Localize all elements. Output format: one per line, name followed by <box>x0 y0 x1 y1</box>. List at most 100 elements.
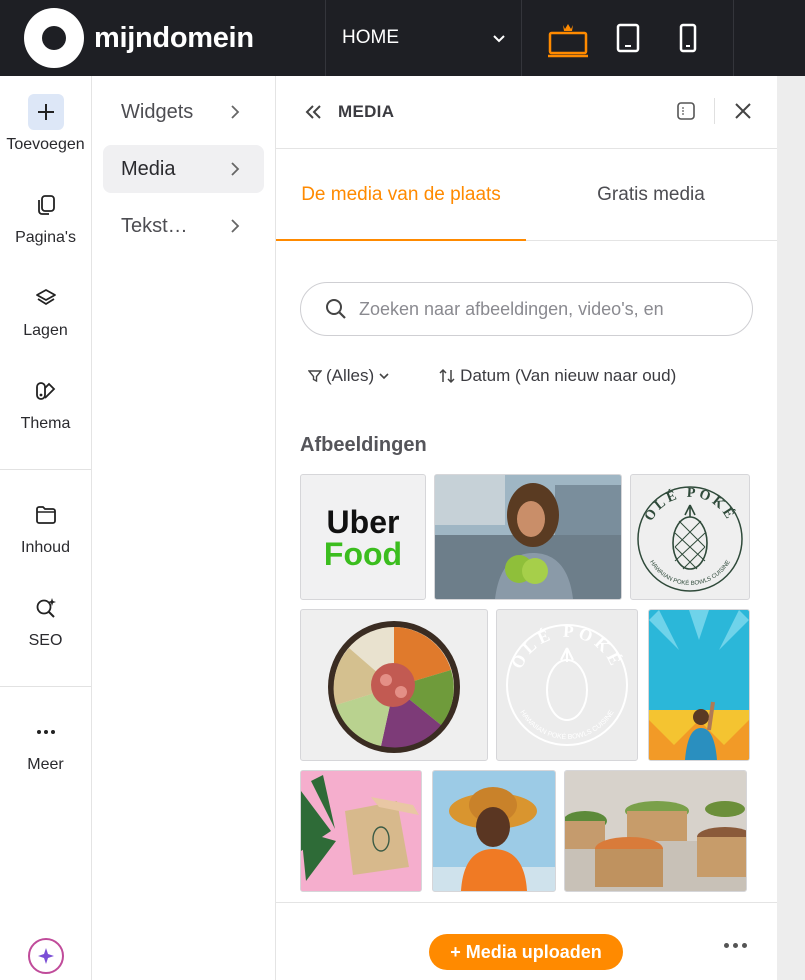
seo-icon <box>28 590 64 626</box>
woman-pineapple-wall-photo <box>649 610 749 760</box>
takeaway-bag-photo <box>301 771 421 891</box>
rail-item-label: Toevoegen <box>6 136 85 153</box>
mobile-icon <box>679 23 697 53</box>
search-icon <box>326 299 346 319</box>
tab-free-media[interactable]: Gratis media <box>526 149 776 240</box>
svg-text:HAWAIIAN POKÉ BOWLS CUISINE: HAWAIIAN POKÉ BOWLS CUISINE <box>648 559 732 587</box>
poke-bowls-table-thumbnail[interactable] <box>564 770 747 892</box>
left-rail: Toevoegen Pagina's Lagen Thema Inhoud SE… <box>0 76 92 980</box>
man-with-coconut-thumbnail[interactable] <box>434 474 622 600</box>
collapse-double-chevron-icon[interactable] <box>304 103 324 121</box>
svg-text:OLÉ POKÉ: OLÉ POKÉ <box>642 486 740 524</box>
type-filter-label: (Alles) <box>326 366 375 385</box>
ai-assistant-button[interactable] <box>28 938 64 974</box>
rail-item-inhoud[interactable]: Inhoud <box>0 497 91 557</box>
ole-poke-subtext: HAWAIIAN POKÉ BOWLS CUISINE <box>648 559 732 587</box>
page-select-value: HOME <box>342 27 399 48</box>
mobile-view-button[interactable] <box>666 16 710 60</box>
logo-mark-icon <box>24 8 84 68</box>
category-label: Widgets <box>121 100 194 123</box>
folder-icon <box>28 497 64 533</box>
category-tekst[interactable]: Tekst… <box>103 202 264 250</box>
panel-header-actions <box>676 98 753 124</box>
uber-text: Uber <box>327 504 400 540</box>
section-title-images: Afbeeldingen <box>300 434 427 456</box>
logo[interactable]: mijndomein <box>0 0 326 76</box>
ole-poke-logo-white-image: OLÉ POKÉ HAWAIIAN POKÉ BOWLS CUISINE <box>506 622 628 746</box>
ole-poke-white-text: OLÉ POKÉ <box>507 622 622 672</box>
category-column: Widgets Media Tekst… <box>92 76 276 980</box>
food-text: Food <box>324 536 402 572</box>
desktop-icon <box>548 24 588 58</box>
chevron-right-icon <box>231 105 240 119</box>
panel-footer: + Media uploaden <box>276 902 777 980</box>
pages-icon <box>28 187 64 223</box>
filter-icon <box>308 370 322 383</box>
tab-site-media[interactable]: De media van de plaats <box>276 149 526 241</box>
rail-item-lagen[interactable]: Lagen <box>0 280 91 340</box>
rail-item-seo[interactable]: SEO <box>0 590 91 650</box>
rail-item-label: Thema <box>20 415 71 432</box>
panel-title: MEDIA <box>338 102 395 121</box>
sort-label: Datum (Van nieuw naar oud) <box>460 366 677 385</box>
ole-poke-logo-white-thumbnail[interactable]: OLÉ POKÉ HAWAIIAN POKÉ BOWLS CUISINE <box>496 609 638 761</box>
search-input[interactable] <box>359 298 719 320</box>
rail-item-label: Pagina's <box>15 229 76 246</box>
rail-item-label: Inhoud <box>21 539 70 556</box>
plus-icon <box>27 94 64 130</box>
woman-pineapple-wall-thumbnail[interactable] <box>648 609 750 761</box>
media-search[interactable] <box>300 282 753 336</box>
more-options-icon[interactable] <box>724 943 747 948</box>
rail-item-label: Meer <box>27 756 64 773</box>
device-switcher <box>522 0 734 76</box>
page-select[interactable]: HOME <box>326 0 522 76</box>
theme-icon <box>28 373 64 409</box>
media-panel: MEDIA De media van de plaats Gratis medi… <box>276 76 777 980</box>
takeaway-bag-thumbnail[interactable] <box>300 770 422 892</box>
canvas-preview-edge <box>777 76 805 980</box>
ole-poke-logo-thumbnail[interactable]: OLÉ POKÉ HAWAIIAN POKÉ BOWLS CUISINE <box>630 474 750 600</box>
chevron-right-icon <box>231 219 240 233</box>
rail-item-thema[interactable]: Thema <box>0 373 91 433</box>
rail-item-label: Lagen <box>23 322 68 339</box>
logo-text: mijndomein <box>94 21 254 54</box>
ole-poke-text: OLÉ POKÉ <box>642 486 737 524</box>
category-label: Media <box>121 157 176 180</box>
category-media[interactable]: Media <box>103 145 264 193</box>
chevron-down-icon <box>493 35 505 43</box>
sort-arrows-icon <box>439 368 455 384</box>
desktop-view-button[interactable] <box>546 16 590 60</box>
chevron-down-icon <box>379 373 389 380</box>
top-bar: mijndomein HOME <box>0 0 805 76</box>
category-label: Tekst… <box>121 214 188 237</box>
rail-item-paginas[interactable]: Pagina's <box>0 187 91 247</box>
uber-food-logo-image: Uber Food <box>324 504 402 572</box>
uber-food-thumbnail[interactable]: Uber Food <box>300 474 426 600</box>
sparkle-icon <box>38 948 54 964</box>
rail-item-meer[interactable]: Meer <box>0 714 91 774</box>
rail-item-toevoegen[interactable]: Toevoegen <box>0 94 91 154</box>
tablet-view-button[interactable] <box>606 16 650 60</box>
close-icon[interactable] <box>733 101 753 121</box>
ole-poke-white-subtext: HAWAIIAN POKÉ BOWLS CUISINE <box>518 709 615 741</box>
more-icon <box>28 714 64 750</box>
sort-control[interactable]: Datum (Van nieuw naar oud) <box>438 366 676 386</box>
rail-divider <box>0 469 91 470</box>
type-filter[interactable]: (Alles) <box>308 366 390 386</box>
poke-bowl-thumbnail[interactable] <box>300 609 488 761</box>
upload-media-button[interactable]: + Media uploaden <box>429 934 623 970</box>
chevron-right-icon <box>231 162 240 176</box>
tablet-icon <box>616 23 640 53</box>
ole-poke-logo-image: OLÉ POKÉ HAWAIIAN POKÉ BOWLS CUISINE <box>637 486 743 592</box>
man-with-coconut-photo <box>435 475 621 599</box>
filter-bar: (Alles) Datum (Van nieuw naar oud) <box>308 366 748 386</box>
woman-orange-hat-thumbnail[interactable] <box>432 770 556 892</box>
category-widgets[interactable]: Widgets <box>103 88 264 136</box>
layout-toggle-icon[interactable] <box>676 101 696 121</box>
poke-bowl-photo <box>328 621 460 753</box>
header-separator <box>714 98 715 124</box>
poke-bowls-table-photo <box>565 771 746 891</box>
svg-text:OLÉ POKÉ: OLÉ POKÉ <box>507 622 626 672</box>
layers-icon <box>28 280 64 316</box>
woman-orange-hat-photo <box>433 771 555 891</box>
